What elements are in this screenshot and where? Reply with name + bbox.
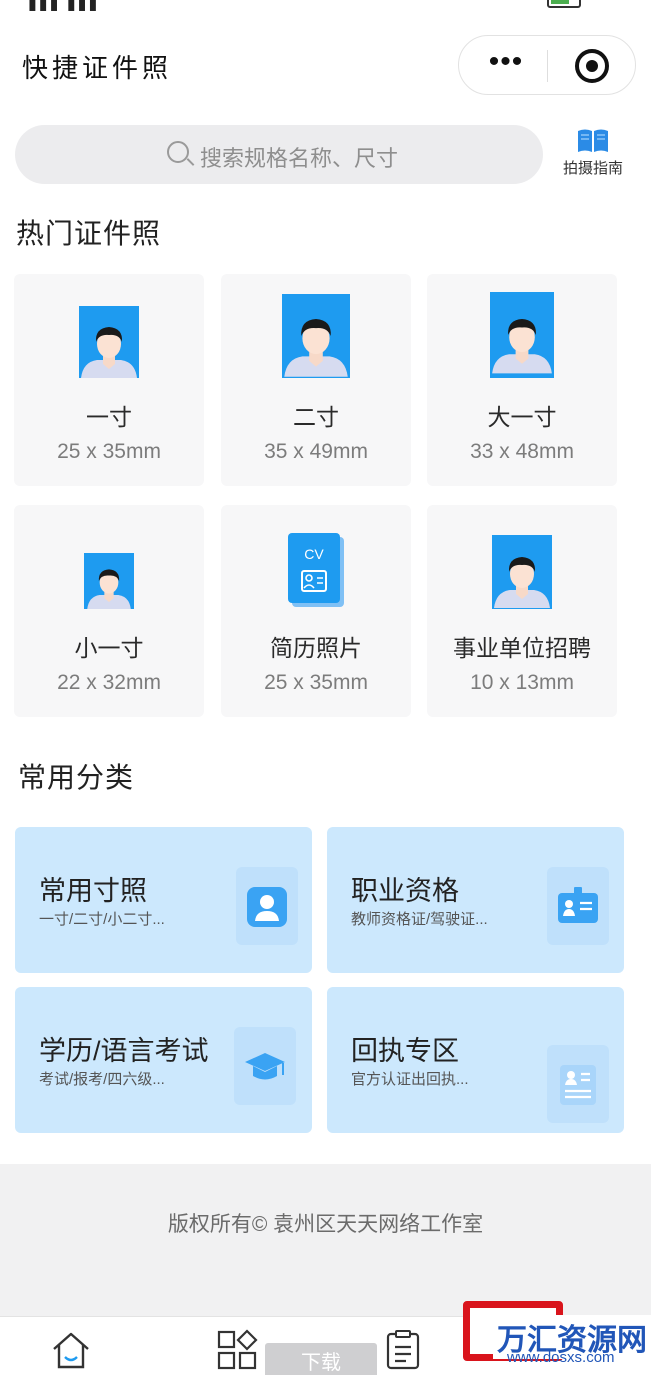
page-title: 快捷证件照 (22, 53, 173, 83)
tab-category[interactable] (216, 1329, 258, 1371)
close-mini-program-icon[interactable] (575, 49, 609, 83)
capsule-divider (547, 50, 548, 82)
cv-badge-text: CV (304, 546, 324, 562)
search-icon (167, 141, 189, 163)
status-bar: ▮▮▮ ▮▮▮ (0, 0, 651, 14)
home-icon (53, 1332, 89, 1369)
hot-item-name: 小一寸 (74, 635, 144, 661)
search-input[interactable]: 搜索规格名称、尺寸 (15, 125, 543, 184)
category-subtitle: 考试/报考/四六级... (39, 1071, 165, 1088)
graduation-cap-icon (234, 1027, 296, 1105)
mini-program-capsule: ••• (458, 35, 636, 95)
shooting-guide-button[interactable]: 拍摄指南 (555, 126, 631, 182)
hot-item-card[interactable]: CV 简历照片 25 x 35mm (221, 505, 411, 717)
cv-icon: CV (288, 533, 344, 607)
hot-item-size: 33 x 48mm (470, 440, 574, 463)
category-name: 职业资格 (351, 876, 459, 906)
hot-item-name: 事业单位招聘 (453, 635, 591, 661)
receipt-card-icon (547, 1045, 609, 1123)
category-subtitle: 一寸/二寸/小二寸... (39, 911, 165, 928)
watermark-url: www.dosxs.com (507, 1349, 615, 1366)
tab-home[interactable] (50, 1329, 92, 1371)
tab-bar: 下载 万汇资源网 www.dosxs.com (0, 1301, 651, 1375)
category-grid-icon (217, 1329, 258, 1370)
more-options-icon[interactable]: ••• (481, 47, 531, 82)
category-card[interactable]: 学历/语言考试 考试/报考/四六级... (15, 987, 312, 1133)
portrait-photo-icon (490, 292, 554, 378)
watermark-logo: 万汇资源网 www.dosxs.com (463, 1301, 651, 1375)
category-name: 常用寸照 (39, 876, 147, 906)
hot-item-size: 25 x 35mm (264, 671, 368, 694)
battery-icon (547, 0, 581, 8)
portrait-photo-icon (79, 306, 139, 378)
hot-item-card[interactable]: 事业单位招聘 10 x 13mm (427, 505, 617, 717)
hot-item-name: 一寸 (86, 404, 132, 430)
hot-section-title: 热门证件照 (16, 218, 162, 249)
category-section-title: 常用分类 (18, 762, 135, 793)
user-card-icon (236, 867, 298, 945)
category-subtitle: 教师资格证/驾驶证... (351, 911, 488, 928)
category-card[interactable]: 职业资格 教师资格证/驾驶证... (327, 827, 624, 973)
hot-item-name: 大一寸 (487, 404, 557, 430)
category-card[interactable]: 回执专区 官方认证出回执... (327, 987, 624, 1133)
nav-bar: 快捷证件照 ••• (0, 30, 651, 100)
hot-item-size: 10 x 13mm (470, 671, 574, 694)
book-icon (576, 128, 610, 154)
footer: 版权所有© 袁州区天天网络工作室 (0, 1164, 651, 1316)
hot-item-card[interactable]: 小一寸 22 x 32mm (14, 505, 204, 717)
category-name: 回执专区 (351, 1036, 459, 1066)
category-name: 学历/语言考试 (39, 1036, 209, 1066)
portrait-photo-icon (282, 294, 350, 378)
copyright-text: 版权所有© 袁州区天天网络工作室 (167, 1213, 484, 1236)
hot-item-size: 35 x 49mm (264, 440, 368, 463)
hot-photo-grid: 一寸 25 x 35mm 二寸 35 x 49mm 大一寸 33 x 48mm … (14, 274, 618, 718)
hot-item-card[interactable]: 大一寸 33 x 48mm (427, 274, 617, 486)
category-card[interactable]: 常用寸照 一寸/二寸/小二寸... (15, 827, 312, 973)
clipboard-icon (386, 1330, 420, 1370)
download-button[interactable]: 下载 (265, 1343, 377, 1375)
category-subtitle: 官方认证出回执... (351, 1071, 469, 1088)
portrait-photo-icon (492, 535, 552, 609)
hot-item-card[interactable]: 二寸 35 x 49mm (221, 274, 411, 486)
hot-item-name: 二寸 (293, 404, 339, 430)
hot-item-size: 25 x 35mm (57, 440, 161, 463)
signal-icon: ▮▮▮ ▮▮▮ (28, 0, 100, 13)
tab-orders[interactable] (382, 1329, 424, 1371)
id-badge-icon (547, 867, 609, 945)
hot-item-name: 简历照片 (270, 635, 362, 661)
portrait-photo-icon (84, 553, 134, 609)
hot-item-card[interactable]: 一寸 25 x 35mm (14, 274, 204, 486)
search-placeholder: 搜索规格名称、尺寸 (200, 146, 399, 171)
shooting-guide-label: 拍摄指南 (562, 160, 623, 177)
hot-item-size: 22 x 32mm (57, 671, 161, 694)
